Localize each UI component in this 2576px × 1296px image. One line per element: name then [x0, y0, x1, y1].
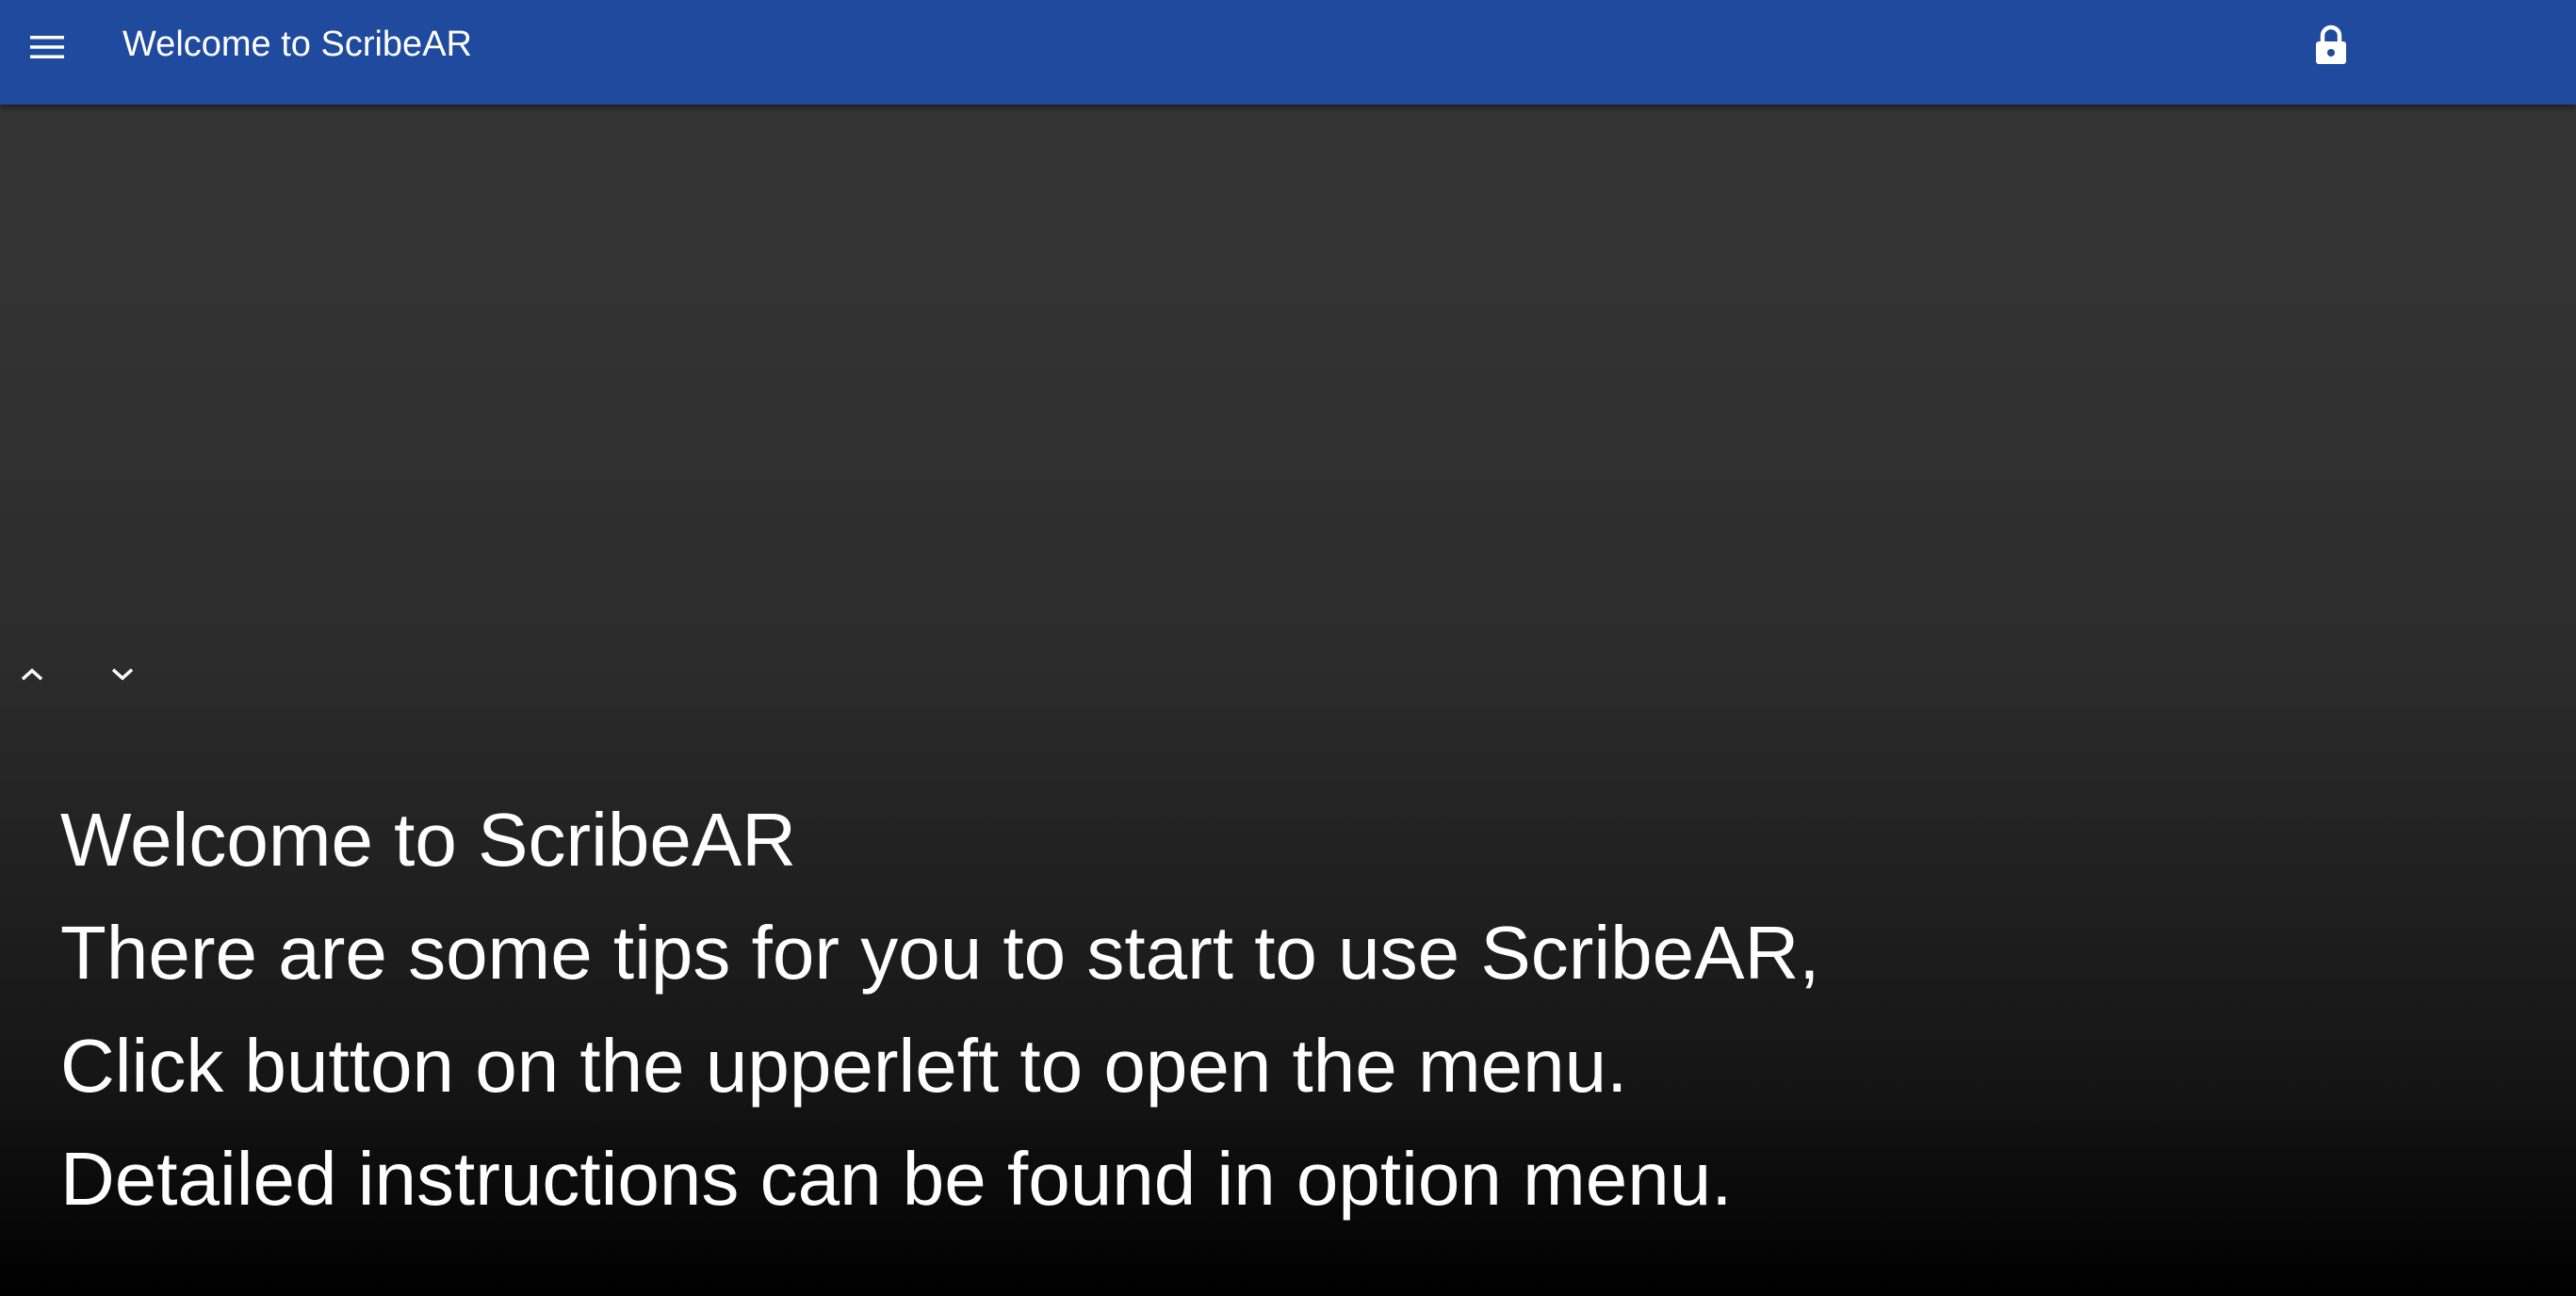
- scroll-down-button[interactable]: [104, 657, 141, 691]
- caption-line-instructions: Detailed instructions can be found in op…: [60, 1137, 1733, 1221]
- scroll-up-button[interactable]: [13, 657, 51, 691]
- menu-button[interactable]: [21, 21, 73, 73]
- lock-icon: [2316, 24, 2346, 64]
- chevron-down-icon: [111, 668, 134, 681]
- menu-icon: [30, 36, 64, 58]
- lock-button[interactable]: [2305, 17, 2357, 73]
- chevron-up-icon: [21, 668, 43, 681]
- caption-line-welcome: Welcome to ScribeAR: [60, 798, 797, 882]
- caption-line-tips: There are some tips for you to start to …: [60, 911, 1820, 995]
- app-bar: Welcome to ScribeAR: [0, 0, 2576, 105]
- caption-area: Welcome to ScribeAR There are some tips …: [60, 784, 2510, 1236]
- app-title: Welcome to ScribeAR: [122, 24, 472, 64]
- caption-line-menu-hint: Click button on the upperleft to open th…: [60, 1024, 1628, 1108]
